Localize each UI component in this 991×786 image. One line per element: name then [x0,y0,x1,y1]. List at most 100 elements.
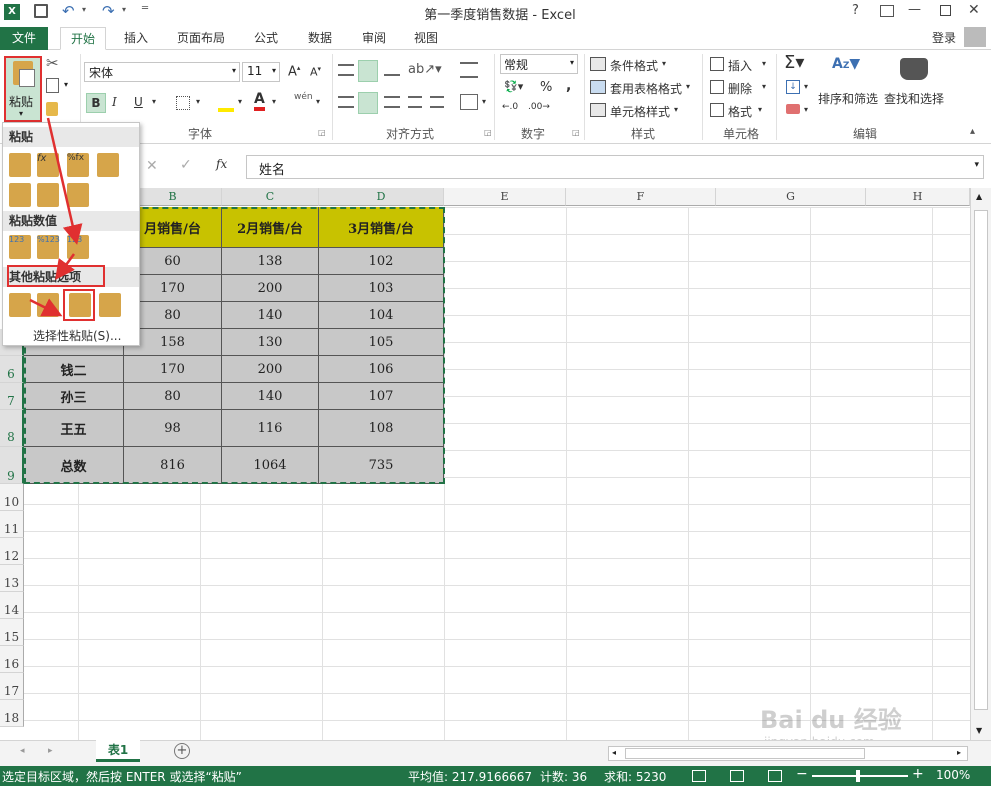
tab-review[interactable]: 审阅 [352,27,396,50]
align-center-icon[interactable] [358,92,378,114]
find-select-button[interactable]: 查找和选择 [884,90,944,107]
insert-cells-button[interactable]: 插入 [728,57,752,74]
currency-icon[interactable]: 💱▾ [504,80,523,93]
percent-button[interactable]: % [540,80,552,95]
row-header-13[interactable]: 13 [0,565,24,592]
row-header-12[interactable]: 12 [0,538,24,565]
collapse-ribbon-icon[interactable]: ▴ [970,126,975,137]
row-header-8[interactable]: 8 [0,410,24,447]
login-link[interactable]: 登录 [926,27,962,50]
hscroll-thumb[interactable] [625,748,865,759]
increase-font-icon[interactable]: A▴ [288,64,300,79]
copy-dropdown-icon[interactable]: ▾ [64,80,68,89]
paste-no-borders-icon[interactable] [9,183,31,207]
fill-color-icon[interactable] [218,94,234,112]
format-cells-button[interactable]: 格式 [728,103,752,120]
scroll-right-icon[interactable]: ▸ [957,748,961,757]
paste-formulas-icon[interactable]: fx [37,153,59,177]
paste-values-icon[interactable]: 123 [9,235,31,259]
conditional-format-button[interactable]: 条件格式 [610,57,658,74]
scroll-up-icon[interactable]: ▲ [976,192,982,201]
tab-view[interactable]: 视图 [404,27,448,50]
comma-button[interactable]: , [566,78,571,94]
column-header-d[interactable]: D [319,188,444,206]
avatar[interactable] [964,27,986,47]
underline-button[interactable]: U [134,95,143,109]
align-bottom-icon[interactable] [384,64,400,76]
column-header-e[interactable]: E [444,188,566,206]
delete-cells-button[interactable]: 删除 [728,80,752,97]
chevron-down-icon[interactable]: ▾ [674,105,678,114]
font-color-icon[interactable]: A [254,92,265,111]
save-icon[interactable] [34,4,48,18]
row-header-17[interactable]: 17 [0,673,24,700]
increase-decimal-icon[interactable]: ←.0 [502,102,518,112]
row-header-18[interactable]: 18 [0,700,24,727]
zoom-slider-thumb[interactable] [856,770,860,782]
tab-data[interactable]: 数据 [298,27,342,50]
chevron-down-icon[interactable]: ▾ [758,105,762,114]
maximize-button[interactable] [940,5,951,16]
customize-qat-icon[interactable]: ═ [142,3,148,14]
cut-icon[interactable]: ✂ [46,54,59,72]
paste-keep-width-icon[interactable] [37,183,59,207]
paste-values-number-format-icon[interactable]: %123 [37,235,60,259]
row-header-10[interactable]: 10 [0,484,24,511]
decrease-indent-icon[interactable] [408,96,422,108]
column-header-h[interactable]: H [866,188,970,206]
sheet-tab-active[interactable]: 表1 [96,740,140,762]
align-top-icon[interactable] [338,64,354,76]
cancel-entry-icon[interactable]: ✕ [146,158,158,174]
increase-indent-icon[interactable] [430,96,444,108]
column-header-c[interactable]: C [222,188,319,206]
align-middle-icon[interactable] [358,60,378,82]
wrap-text-icon[interactable] [460,62,478,78]
decrease-font-icon[interactable]: A▾ [310,65,321,79]
expand-formula-icon[interactable]: ▾ [974,160,979,170]
tab-page-layout[interactable]: 页面布局 [170,27,232,50]
number-format-select[interactable]: 常规 ▾ [500,54,578,74]
minimize-button[interactable]: — [908,2,921,17]
page-layout-view-icon[interactable] [730,770,744,782]
help-button[interactable]: ? [852,3,859,18]
sort-filter-button[interactable]: 排序和筛选 [818,90,878,107]
chevron-down-icon[interactable]: ▾ [662,59,666,68]
paste-link-icon[interactable] [37,293,59,317]
paste-keep-source-icon[interactable] [97,153,119,177]
decrease-decimal-icon[interactable]: .00→ [528,102,550,112]
redo-dropdown-icon[interactable]: ▾ [122,5,126,14]
scroll-right-icon[interactable]: ▸ [48,746,53,756]
paste-formulas-format-icon[interactable]: %fx [67,153,89,177]
undo-icon[interactable]: ↶ [62,2,75,20]
italic-button[interactable]: I [112,95,117,109]
paste-special-item[interactable]: 选择性粘贴(S)... [33,327,121,344]
clear-icon[interactable] [786,104,800,114]
fill-dropdown-icon[interactable]: ▾ [804,82,808,91]
bold-button[interactable]: B [86,93,106,113]
row-header-11[interactable]: 11 [0,511,24,538]
cell-style-button[interactable]: 单元格样式 [610,103,670,120]
formula-input[interactable]: 姓名 ▾ [246,155,984,179]
phonetic-dropdown-icon[interactable]: ▾ [316,97,320,106]
autosum-icon[interactable]: Σ▾ [784,52,804,73]
row-header-6[interactable]: 6 [0,356,24,383]
horizontal-scrollbar[interactable]: ◂ ▸ [608,746,968,761]
orientation-icon[interactable]: ab↗▾ [408,62,442,77]
align-left-icon[interactable] [338,96,354,108]
border-icon[interactable] [176,96,190,110]
font-color-dropdown-icon[interactable]: ▾ [272,97,276,106]
paste-formatting-icon[interactable] [9,293,31,317]
fill-down-icon[interactable]: ↓ [786,80,800,94]
undo-dropdown-icon[interactable]: ▾ [82,5,86,14]
phonetic-button[interactable]: wén [294,92,313,102]
format-painter-icon[interactable] [46,102,58,116]
confirm-entry-icon[interactable]: ✓ [180,157,192,173]
scroll-left-icon[interactable]: ◂ [20,746,25,756]
tab-formulas[interactable]: 公式 [244,27,288,50]
row-header-15[interactable]: 15 [0,619,24,646]
merge-center-icon[interactable] [460,94,478,110]
zoom-in-icon[interactable]: + [912,766,924,782]
zoom-out-icon[interactable]: − [796,766,808,782]
close-button[interactable]: ✕ [968,2,980,18]
paste-transpose-icon[interactable] [67,183,89,207]
